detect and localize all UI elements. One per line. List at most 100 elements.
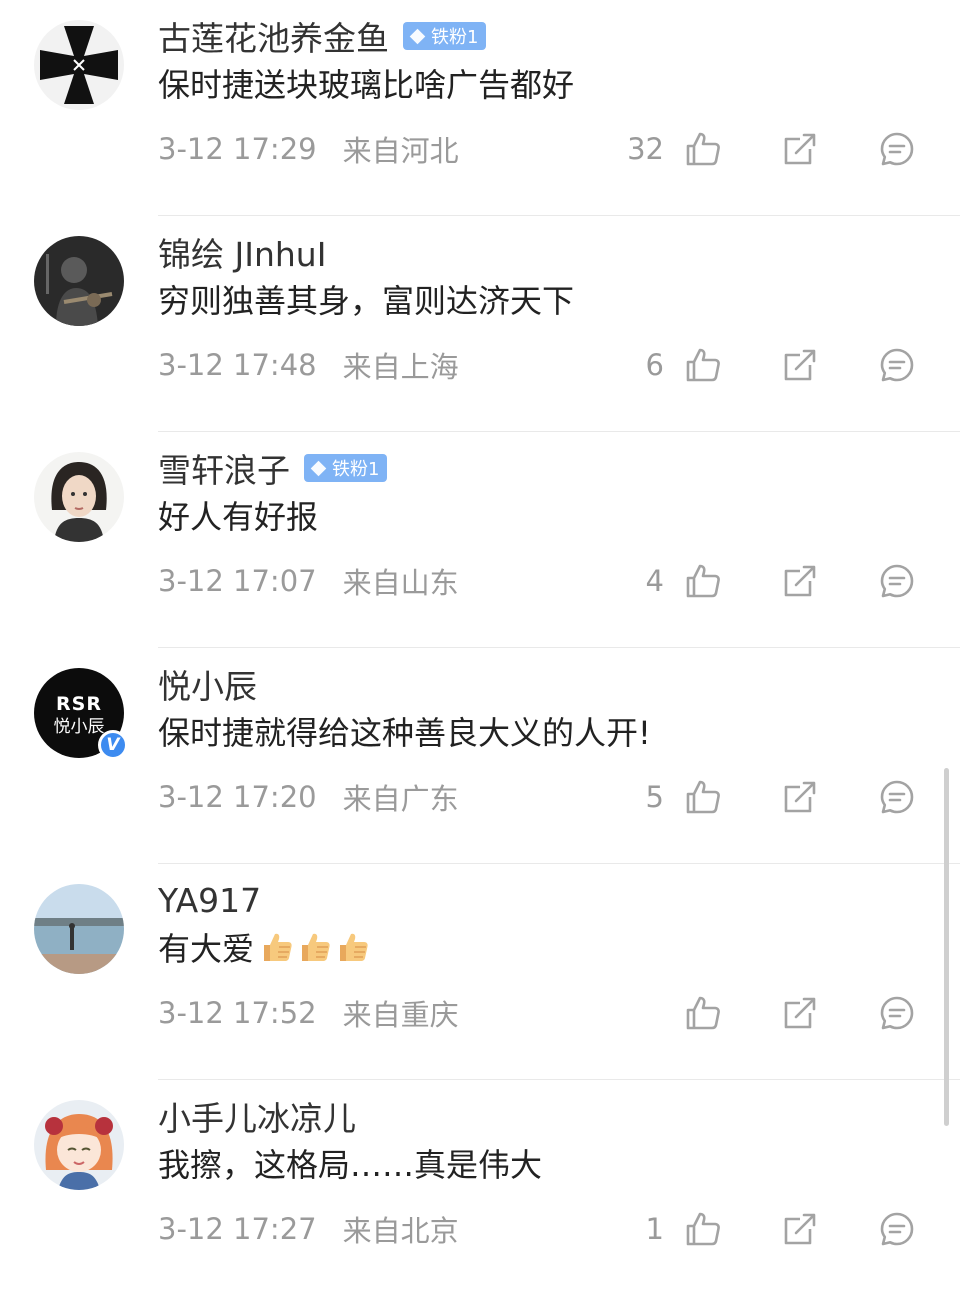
avatar[interactable]	[34, 452, 124, 542]
reply-icon	[880, 132, 914, 166]
comment-text: 好人有好报	[158, 498, 319, 536]
comment-meta: 3-12 17:52 来自重庆	[158, 992, 459, 1034]
avatar[interactable]: RSR 悦小辰 V	[34, 668, 128, 760]
avatar-logo-bottom: 悦小辰	[54, 717, 105, 737]
like-icon	[686, 564, 720, 598]
share-icon	[784, 349, 816, 381]
diamond-icon	[409, 28, 426, 44]
reply-button[interactable]	[879, 347, 915, 383]
share-icon	[784, 997, 816, 1029]
like-icon	[686, 996, 720, 1030]
like-count: 4	[645, 564, 664, 598]
like-icon	[686, 132, 720, 166]
comment-meta: 3-12 17:20 来自广东	[158, 776, 459, 818]
comment-location: 来自山东	[342, 566, 459, 600]
comment-item: RSR 悦小辰 V 悦小辰 保时捷就得给这种善良大义的人开! 3-12 17:2…	[0, 648, 960, 864]
share-button[interactable]	[782, 347, 818, 383]
comment-text-body: 有大爱	[158, 930, 255, 968]
share-icon	[784, 1213, 816, 1245]
comment-location: 来自重庆	[342, 998, 459, 1032]
like-icon	[686, 780, 720, 814]
comment-text: 保时捷就得给这种善良大义的人开!	[158, 714, 651, 752]
share-icon	[784, 781, 816, 813]
share-button[interactable]	[782, 563, 818, 599]
fan-badge[interactable]: 铁粉1	[304, 454, 388, 482]
anime-girl-avatar	[34, 1100, 124, 1190]
comment-item: 古莲花池养金鱼 铁粉1 保时捷送块玻璃比啥广告都好 3-12 17:29 来自河…	[0, 0, 960, 216]
share-button[interactable]	[782, 1211, 818, 1247]
comment-time: 3-12 17:29	[158, 132, 317, 166]
share-icon	[784, 565, 816, 597]
like-count: 6	[645, 348, 664, 382]
comment-location: 来自广东	[342, 782, 459, 816]
comment-location: 来自河北	[342, 134, 459, 168]
reply-icon	[880, 1212, 914, 1246]
share-button[interactable]	[782, 779, 818, 815]
like-icon	[686, 1212, 720, 1246]
avatar[interactable]	[34, 884, 124, 974]
avatar[interactable]	[34, 236, 124, 326]
thumbs-up-emoji	[302, 933, 330, 961]
reply-icon	[880, 996, 914, 1030]
like-button[interactable]	[685, 1211, 721, 1247]
username[interactable]: 雪轩浪子	[158, 444, 290, 492]
share-button[interactable]	[782, 995, 818, 1031]
share-button[interactable]	[782, 131, 818, 167]
thumbs-up-emoji	[340, 933, 368, 961]
comment-time: 3-12 17:48	[158, 348, 317, 382]
fan-badge-label: 铁粉1	[332, 459, 380, 480]
username[interactable]: 锦绘 JInhuI	[158, 228, 326, 276]
reply-button[interactable]	[879, 563, 915, 599]
fan-badge-label: 铁粉1	[431, 27, 479, 48]
diamond-icon	[310, 460, 327, 476]
comment-time: 3-12 17:52	[158, 996, 317, 1030]
comment-location: 来自北京	[342, 1214, 459, 1248]
thumbs-up-emoji	[264, 933, 292, 961]
username[interactable]: YA917	[158, 881, 261, 920]
comment-time: 3-12 17:07	[158, 564, 317, 598]
guitarist-avatar	[34, 236, 124, 326]
comment-item: YA917 有大爱 3-12 17:52 来自重庆	[0, 864, 960, 1080]
avatar[interactable]	[34, 1100, 124, 1190]
lake-landscape-avatar	[34, 884, 124, 974]
reply-button[interactable]	[879, 995, 915, 1031]
scrollbar[interactable]	[944, 768, 949, 1126]
comment-location: 来自上海	[342, 350, 459, 384]
reply-button[interactable]	[879, 779, 915, 815]
like-icon	[686, 348, 720, 382]
comment-text: 我擦，这格局……真是伟大	[158, 1146, 543, 1184]
reply-button[interactable]	[879, 1211, 915, 1247]
username[interactable]: 小手儿冰凉儿	[158, 1092, 356, 1140]
iron-cross-avatar	[34, 20, 124, 110]
comment-item: 小手儿冰凉儿 我擦，这格局……真是伟大 3-12 17:27 来自北京 1	[0, 1080, 960, 1296]
comment-meta: 3-12 17:29 来自河北	[158, 128, 459, 170]
like-button[interactable]	[685, 779, 721, 815]
verified-icon: V	[98, 730, 128, 760]
like-button[interactable]	[685, 995, 721, 1031]
avatar[interactable]	[34, 20, 124, 110]
woman-portrait-avatar	[34, 452, 124, 542]
comment-item: 雪轩浪子 铁粉1 好人有好报 3-12 17:07 来自山东 4	[0, 432, 960, 648]
reply-icon	[880, 564, 914, 598]
like-count: 32	[627, 132, 664, 166]
like-button[interactable]	[685, 131, 721, 167]
share-icon	[784, 133, 816, 165]
emoji-group	[260, 930, 370, 964]
comment-meta: 3-12 17:48 来自上海	[158, 344, 459, 386]
username[interactable]: 古莲花池养金鱼	[158, 12, 389, 60]
like-button[interactable]	[685, 347, 721, 383]
fan-badge[interactable]: 铁粉1	[403, 22, 487, 50]
like-count: 1	[645, 1212, 664, 1246]
comment-item: 锦绘 JInhuI 穷则独善其身，富则达济天下 3-12 17:48 来自上海 …	[0, 216, 960, 432]
username[interactable]: 悦小辰	[158, 660, 257, 708]
like-button[interactable]	[685, 563, 721, 599]
comment-text: 有大爱	[158, 924, 370, 970]
comment-meta: 3-12 17:07 来自山东	[158, 560, 459, 602]
comment-meta: 3-12 17:27 来自北京	[158, 1208, 459, 1250]
comment-text: 保时捷送块玻璃比啥广告都好	[158, 66, 575, 104]
avatar-logo-top: RSR	[56, 693, 102, 715]
reply-icon	[880, 348, 914, 382]
reply-button[interactable]	[879, 131, 915, 167]
reply-icon	[880, 780, 914, 814]
comment-time: 3-12 17:20	[158, 780, 317, 814]
